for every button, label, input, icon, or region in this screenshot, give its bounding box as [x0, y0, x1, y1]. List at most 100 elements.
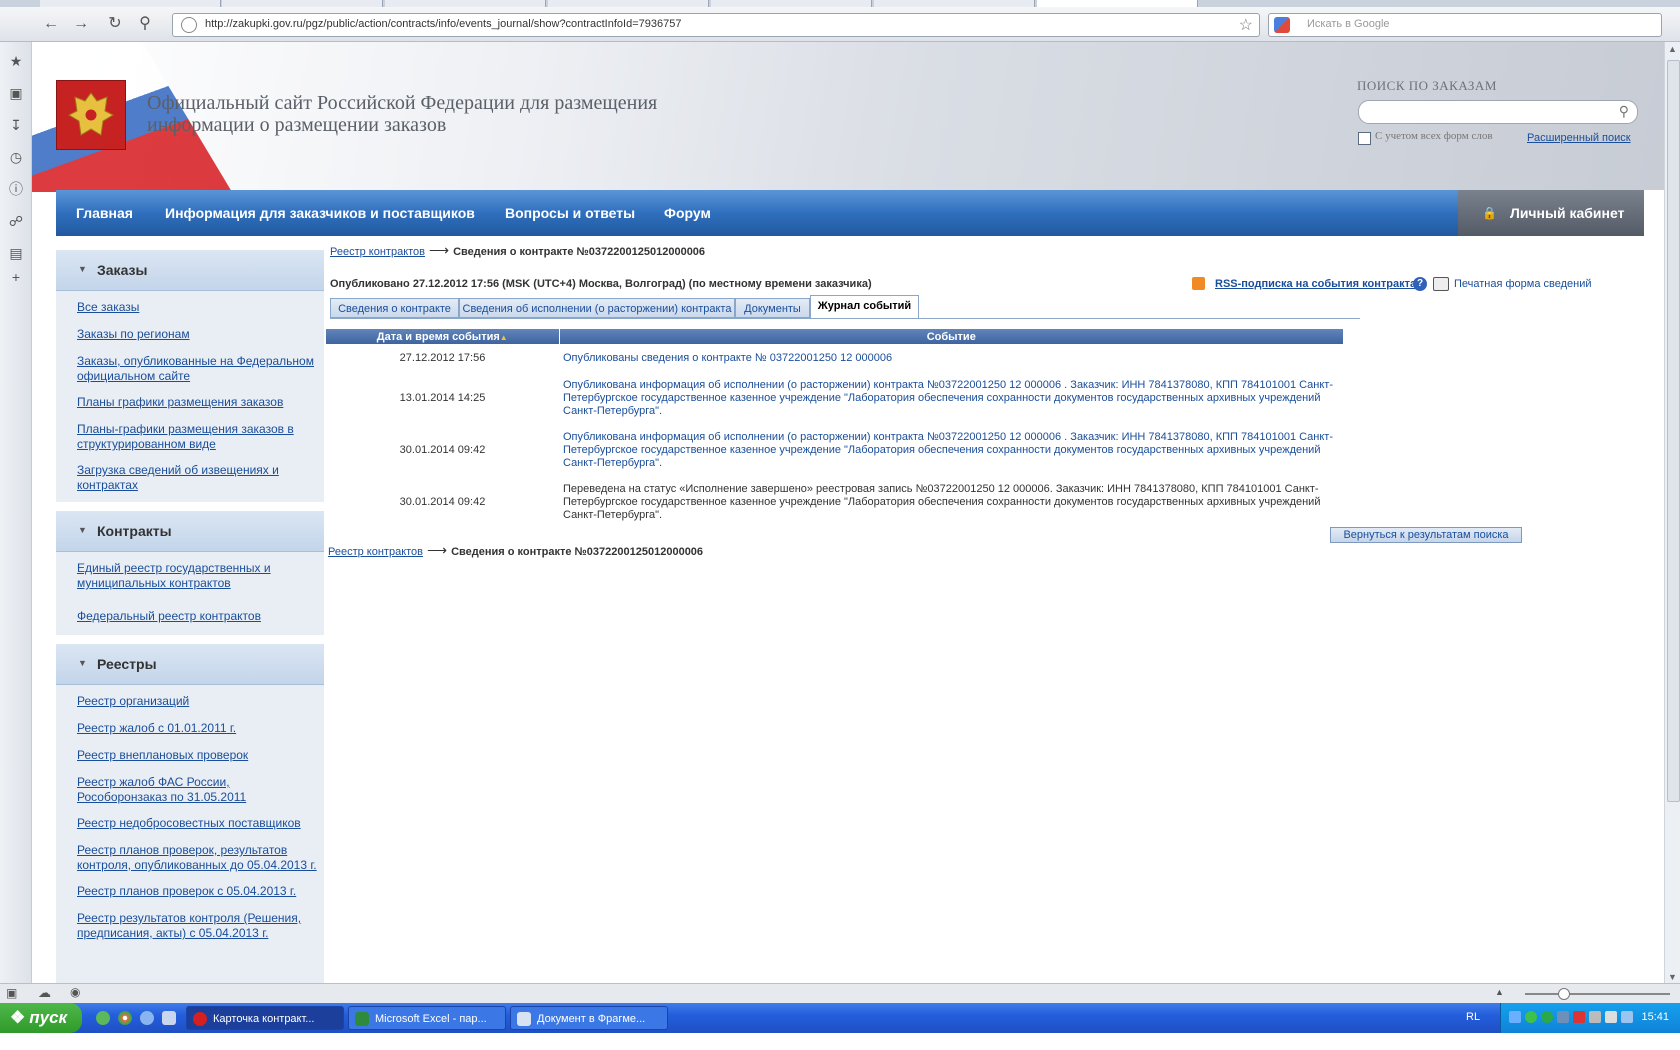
language-indicator[interactable]: RL [1466, 1011, 1480, 1023]
downloads-icon[interactable]: ↧ [7, 116, 25, 134]
desktop-icon[interactable] [162, 1011, 176, 1025]
breadcrumb-link-contract-registry[interactable]: Реестр контрактов [330, 246, 425, 258]
event-text: Переведена на статус «Исполнение заверше… [563, 482, 1321, 521]
history-clock-icon[interactable]: ◷ [7, 148, 25, 166]
nav-faq[interactable]: Вопросы и ответы [505, 190, 635, 236]
sidebar-link-complaints-registry[interactable]: Реестр жалоб с 01.01.2011 г. [77, 721, 322, 736]
tray-icon[interactable] [1509, 1011, 1521, 1023]
zoom-slider-knob[interactable] [1558, 988, 1570, 1000]
tab-contract-info[interactable]: Сведения о контракте [330, 298, 459, 318]
sidebar-link-federal-orders[interactable]: Заказы, опубликованные на Федеральном оф… [77, 354, 322, 384]
breadcrumb-link-contract-registry[interactable]: Реестр контрактов [328, 546, 423, 558]
panels-icon[interactable]: ▤ [7, 244, 25, 262]
back-arrow-icon[interactable]: ← [40, 14, 62, 34]
printer-icon[interactable] [1433, 277, 1449, 291]
site-title: Официальный сайт Российской Федерации дл… [147, 92, 658, 136]
sidebar-link-schedule-plans[interactable]: Планы графики размещения заказов [77, 395, 322, 410]
back-to-results-button[interactable]: Вернуться к результатам поиска [1330, 527, 1522, 543]
ie-icon[interactable] [140, 1011, 154, 1025]
browser-tab-active[interactable] [1037, 0, 1198, 7]
tab-execution-info[interactable]: Сведения об исполнении (о расторжении) к… [459, 298, 735, 318]
browser-tab[interactable] [711, 0, 872, 7]
bookmarks-star-icon[interactable]: ★ [7, 52, 25, 70]
order-search-input[interactable]: ⚲ [1358, 100, 1638, 124]
tab-documents[interactable]: Документы [735, 298, 810, 318]
tab-event-journal[interactable]: Журнал событий [810, 295, 919, 319]
browser-tab[interactable] [385, 0, 546, 7]
help-icon[interactable]: ? [1413, 277, 1427, 291]
sidebar-registries-header[interactable]: ▼ Реестры [56, 644, 324, 685]
bookmark-star-icon[interactable]: ☆ [1239, 15, 1253, 35]
nav-home[interactable]: Главная [76, 190, 133, 236]
browser-tab[interactable] [40, 0, 221, 7]
task-excel[interactable]: Microsoft Excel - пар... [348, 1006, 506, 1030]
start-button[interactable]: ❖ пуск [0, 1003, 82, 1033]
browser-tab[interactable] [874, 0, 1035, 7]
sidebar-link-unscheduled-checks[interactable]: Реестр внеплановых проверок [77, 748, 322, 763]
sidebar-link-check-plans-before[interactable]: Реестр планов проверок, результатов конт… [77, 843, 322, 873]
sidebar-link-check-plans-after[interactable]: Реестр планов проверок с 05.04.2013 г. [77, 884, 322, 899]
sidebar-link-unfair-suppliers[interactable]: Реестр недобросовестных поставщиков [77, 816, 322, 831]
sidebar-link-unified-contract-registry[interactable]: Единый реестр государственных и муниципа… [77, 561, 322, 591]
google-search-box[interactable]: Искать в Google [1268, 13, 1662, 37]
reload-icon[interactable]: ↻ [104, 14, 126, 34]
google-icon [1274, 17, 1290, 33]
scroll-up-icon[interactable]: ▲ [1668, 44, 1677, 54]
sort-asc-icon: ▲ [499, 332, 508, 342]
column-header-date[interactable]: Дата и время события▲ [326, 329, 560, 344]
info-icon[interactable]: ⓘ [7, 180, 25, 198]
link-icon[interactable]: ☍ [7, 212, 25, 230]
event-link[interactable]: Опубликованы сведения о контракте № 0372… [563, 352, 892, 364]
scrollbar-thumb[interactable] [1667, 60, 1680, 802]
sidebar-orders-header[interactable]: ▼ Заказы [56, 250, 324, 291]
sidebar-link-structured-plans[interactable]: Планы-графики размещения заказов в струк… [77, 422, 322, 452]
tray-icon[interactable] [1525, 1011, 1537, 1023]
sidebar-link-orders-by-region[interactable]: Заказы по регионам [77, 327, 322, 342]
task-document[interactable]: Документ в Фрагме... [510, 1006, 668, 1030]
search-icon[interactable]: ⚲ [1619, 103, 1629, 120]
quicklaunch-icon[interactable] [96, 1011, 110, 1025]
speed-dial-icon[interactable]: ◉ [70, 985, 80, 999]
zoom-up-icon[interactable]: ▲ [1495, 987, 1504, 997]
personal-cabinet-button[interactable]: 🔒 Личный кабинет [1458, 190, 1644, 236]
browser-tab[interactable] [548, 0, 709, 7]
nav-forum[interactable]: Форум [664, 190, 711, 236]
sidebar-link-upload-notices[interactable]: Загрузка сведений об извещениях и контра… [77, 463, 322, 493]
notes-icon[interactable]: ▣ [7, 84, 25, 102]
tray-icon[interactable] [1589, 1011, 1601, 1023]
add-panel-icon[interactable]: + [7, 268, 25, 286]
tray-icon[interactable] [1541, 1011, 1553, 1023]
sidebar-contracts-header[interactable]: ▼ Контракты [56, 511, 324, 552]
browser-tab[interactable] [222, 0, 383, 7]
rss-subscribe-link[interactable]: RSS-подписка на события контракта [1215, 278, 1416, 290]
page-scrollbar[interactable]: ▲ ▼ [1664, 42, 1680, 984]
network-icon[interactable] [1621, 1011, 1633, 1023]
key-icon[interactable]: ⚲ [134, 14, 156, 34]
nav-info-customers-suppliers[interactable]: Информация для заказчиков и поставщиков [165, 190, 475, 236]
tray-icon[interactable] [1573, 1011, 1585, 1023]
sidebar-link-org-registry[interactable]: Реестр организаций [77, 694, 322, 709]
task-opera[interactable]: Карточка контракт... [186, 1006, 344, 1030]
coat-of-arms-emblem[interactable] [56, 80, 126, 150]
print-form-link[interactable]: Печатная форма сведений [1454, 278, 1592, 290]
tray-icon[interactable] [1557, 1011, 1569, 1023]
address-bar[interactable]: http://zakupki.gov.ru/pgz/public/action/… [172, 13, 1260, 37]
personal-cabinet-label: Личный кабинет [1510, 205, 1625, 221]
wordforms-checkbox[interactable] [1358, 132, 1371, 145]
cloud-icon[interactable]: ☁ [38, 985, 51, 1001]
advanced-search-link[interactable]: Расширенный поиск [1527, 132, 1631, 144]
site-info-icon[interactable] [181, 17, 197, 33]
sidebar-link-federal-contract-registry[interactable]: Федеральный реестр контрактов [77, 609, 322, 624]
rss-icon[interactable] [1192, 277, 1205, 290]
scroll-down-icon[interactable]: ▼ [1668, 972, 1677, 982]
sidebar-link-fas-complaints[interactable]: Реестр жалоб ФАС России, Рособоронзаказ … [77, 775, 322, 805]
forward-arrow-icon[interactable]: → [70, 14, 92, 34]
chrome-icon[interactable] [118, 1011, 132, 1025]
event-link[interactable]: Опубликована информация об исполнении (о… [563, 431, 1333, 469]
panel-toggle-icon[interactable]: ▣ [6, 986, 17, 1000]
zoom-slider[interactable] [1525, 993, 1670, 995]
event-link[interactable]: Опубликована информация об исполнении (о… [563, 379, 1333, 417]
sidebar-link-control-results[interactable]: Реестр результатов контроля (Решения, пр… [77, 911, 322, 941]
sidebar-link-all-orders[interactable]: Все заказы [77, 300, 322, 315]
volume-icon[interactable] [1605, 1011, 1617, 1023]
